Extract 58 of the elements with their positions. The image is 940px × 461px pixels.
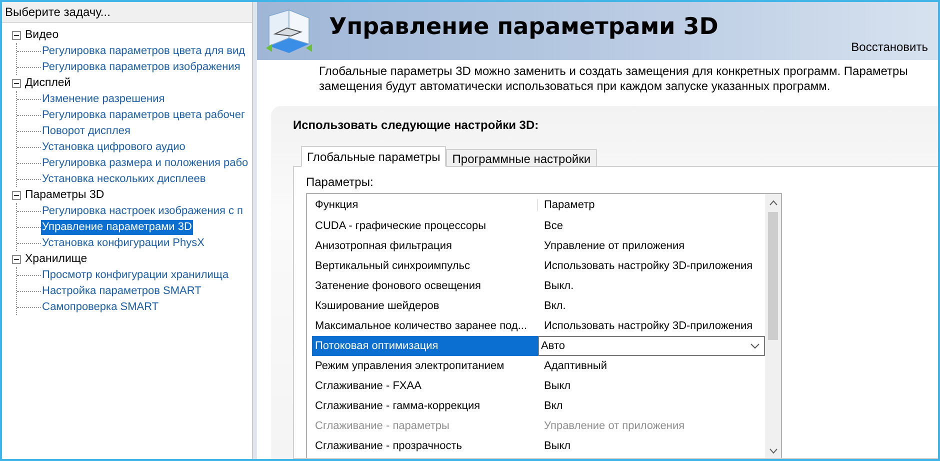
table-cell[interactable]: Управление от приложения	[538, 236, 765, 256]
tree-item[interactable]: Регулировка параметров цвета для вид	[41, 44, 246, 58]
tree-item[interactable]: Установка нескольких дисплеев	[41, 172, 207, 186]
column-header[interactable]: Функция	[312, 199, 538, 211]
table-cell[interactable]: Адаптивный	[538, 356, 765, 376]
table-cell[interactable]: Использовать настройку 3D-приложения	[538, 316, 765, 336]
tree-group[interactable]: Дисплей	[25, 77, 71, 89]
table-cell[interactable]: Сглаживание - гамма-коррекция	[312, 396, 538, 416]
tree-group[interactable]: Хранилище	[25, 253, 88, 265]
restore-link[interactable]: Восстановить	[851, 40, 928, 54]
table-cell[interactable]: Вкл.	[538, 296, 765, 316]
tree-item[interactable]: Регулировка размера и положения рабо	[41, 156, 250, 170]
table-cell[interactable]: Кэширование шейдеров	[312, 296, 538, 316]
tree-item[interactable]: Просмотр конфигурации хранилища	[41, 268, 230, 282]
tree-item[interactable]: Настройка параметров SMART	[41, 284, 202, 298]
table-cell[interactable]: Сглаживание - прозрачность	[312, 436, 538, 456]
tree-item[interactable]: Установка цифрового аудио	[41, 140, 186, 154]
table-cell[interactable]: Все	[538, 216, 765, 236]
table-label: Параметры:	[306, 175, 374, 191]
table-cell[interactable]: Выкл.	[538, 276, 765, 296]
tree-item[interactable]: Управление параметрами 3D	[41, 220, 193, 234]
table-cell[interactable]: Выкл	[538, 376, 765, 396]
description: Глобальные параметры 3D можно заменить и создать замещения для конкретных программ. Параметры замещения будут автоматически использоваться при каждом запуске указанных программ.	[319, 64, 909, 95]
table-cell[interactable]: Использовать настройку 3D-приложения	[538, 256, 765, 276]
tree-group[interactable]: Видео	[25, 29, 59, 41]
caret-icon	[750, 343, 760, 349]
table-cell[interactable]: Вертикальный синхроимпульс	[312, 256, 538, 276]
table-cell[interactable]: Выкл	[538, 436, 765, 456]
page-title: Управление параметрами 3D	[329, 14, 718, 40]
value-dropdown[interactable]: Авто	[538, 336, 765, 356]
section-heading: Использовать следующие настройки 3D:	[293, 117, 540, 134]
collapse-icon[interactable]	[12, 30, 21, 40]
tab[interactable]: Программные настройки	[446, 149, 597, 167]
scroll-up-icon[interactable]	[768, 200, 778, 206]
table-cell[interactable]: Режим управления электропитанием	[312, 356, 538, 376]
table-cell[interactable]: Вкл	[538, 396, 765, 416]
scroll-down-icon[interactable]	[768, 448, 778, 454]
collapse-icon[interactable]	[12, 190, 21, 200]
collapse-icon[interactable]	[12, 254, 21, 264]
scrollbar[interactable]	[765, 194, 781, 458]
tree-item[interactable]: Установка конфигурации PhysX	[41, 236, 206, 250]
collapse-icon[interactable]	[12, 78, 21, 88]
table-cell[interactable]: Сглаживание - FXAA	[312, 376, 538, 396]
table-cell[interactable]: CUDA - графические процессоры	[312, 216, 538, 236]
tree-item[interactable]: Регулировка параметров изображения	[41, 60, 242, 74]
table-cell[interactable]: Затенение фонового освещения	[312, 276, 538, 296]
tree-group[interactable]: Параметры 3D	[25, 189, 104, 201]
table-cell[interactable]: Максимальное количество заранее под...	[312, 316, 538, 336]
tab[interactable]: Глобальные параметры	[301, 146, 446, 167]
table-cell[interactable]: Анизотропная фильтрация	[312, 236, 538, 256]
tree-item[interactable]: Регулировка настроек изображения с п	[41, 204, 244, 218]
table-cell[interactable]: Потоковая оптимизация	[312, 336, 538, 356]
tree-item[interactable]: Изменение разрешения	[41, 92, 166, 106]
tree-item[interactable]: Регулировка параметров цвета рабочег	[41, 108, 246, 122]
pane-title: Выберите задачу...	[2, 2, 252, 23]
tree-item[interactable]: Поворот дисплея	[41, 124, 132, 138]
tree-item[interactable]: Самопроверка SMART	[41, 300, 160, 314]
column-header[interactable]: Параметр	[538, 199, 765, 211]
